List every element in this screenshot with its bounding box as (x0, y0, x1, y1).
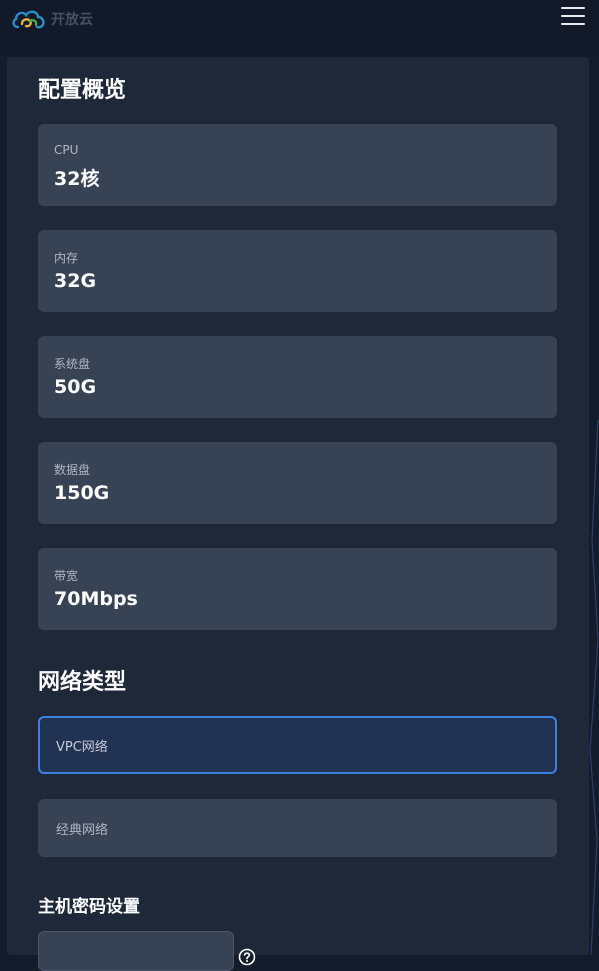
question-circle-icon[interactable] (238, 948, 256, 966)
network-title: 网络类型 (38, 670, 127, 695)
spec-card-data-disk: 数据盘 150G (38, 442, 557, 524)
spec-label: 内存 (54, 251, 79, 265)
network-option-classic[interactable]: 经典网络 (38, 799, 557, 857)
top-bar: 开放云 (0, 0, 599, 56)
spec-card-system-disk: 系统盘 50G (38, 336, 557, 418)
spec-card-cpu: CPU 32核 (38, 124, 557, 206)
spec-label: 系统盘 (54, 357, 91, 371)
spec-value: 32核 (54, 168, 100, 190)
hamburger-menu-icon[interactable] (561, 7, 585, 29)
overview-title: 配置概览 (38, 78, 127, 103)
decorative-line (589, 420, 599, 955)
cloud-logo-icon (12, 10, 45, 29)
brand-logo[interactable]: 开放云 (10, 6, 93, 32)
spec-label: 数据盘 (54, 463, 91, 477)
network-option-label: 经典网络 (56, 823, 109, 838)
spec-value: 50G (54, 376, 97, 398)
network-option-vpc[interactable]: VPC网络 (38, 716, 557, 774)
password-input[interactable] (38, 931, 234, 971)
spec-value: 150G (54, 482, 110, 504)
network-option-label: VPC网络 (56, 740, 108, 755)
spec-label: 带宽 (54, 569, 79, 583)
brand-name: 开放云 (51, 12, 93, 28)
spec-label: CPU (54, 143, 79, 157)
spec-value: 70Mbps (54, 588, 138, 610)
spec-value: 32G (54, 270, 97, 292)
password-title: 主机密码设置 (38, 897, 140, 917)
spec-card-bandwidth: 带宽 70Mbps (38, 548, 557, 630)
spec-card-memory: 内存 32G (38, 230, 557, 312)
